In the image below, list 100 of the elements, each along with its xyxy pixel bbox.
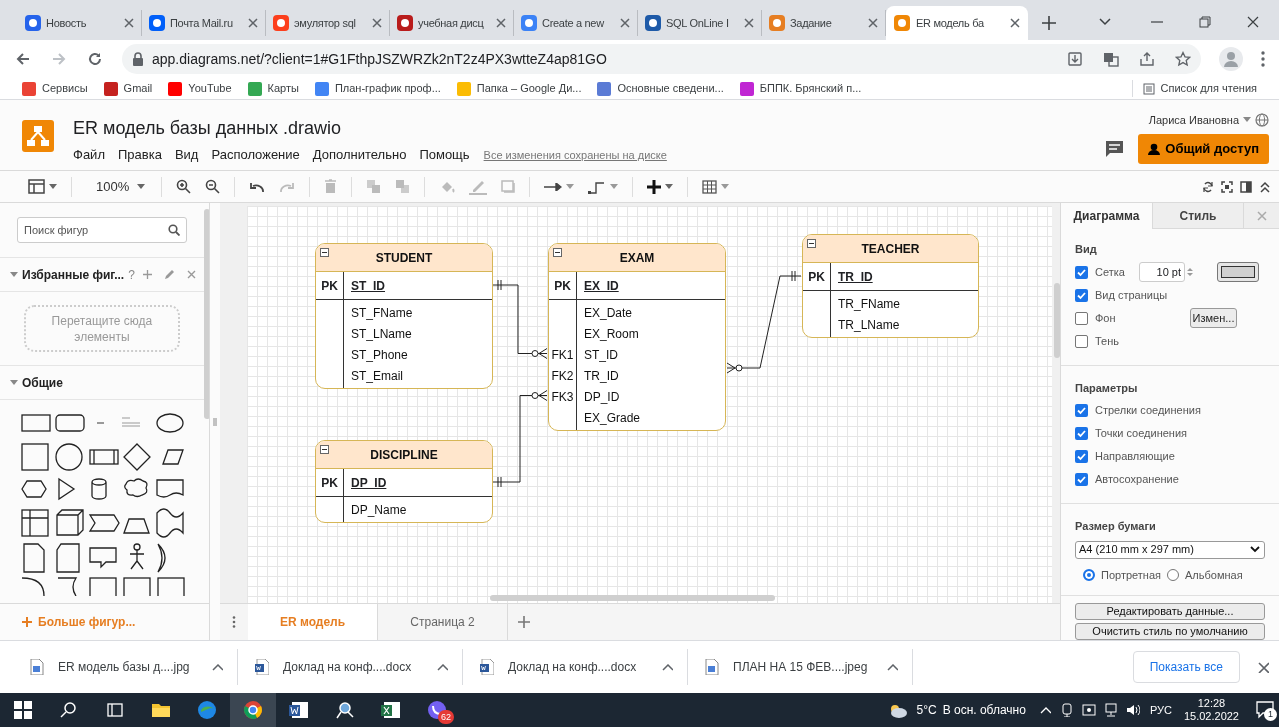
- checkbox[interactable]: [1075, 450, 1088, 463]
- download-file-name[interactable]: ПЛАН НА 15 ФЕВ....jpeg: [733, 658, 873, 676]
- reload-icon[interactable]: [86, 50, 104, 68]
- browser-tab[interactable]: ER модель ба: [886, 6, 1028, 40]
- checkbox[interactable]: [1075, 265, 1088, 279]
- table-icon[interactable]: [702, 179, 718, 194]
- paper-size-dropdown[interactable]: A4 (210 mm x 297 mm): [1075, 540, 1265, 559]
- checkbox[interactable]: [1075, 288, 1088, 302]
- scrollbar-thumb[interactable]: [1054, 283, 1060, 358]
- bookmark[interactable]: YouTube: [168, 80, 232, 97]
- language-indicator[interactable]: РУС: [1149, 701, 1172, 719]
- share-button[interactable]: Общий доступ: [1138, 133, 1269, 164]
- comment-icon[interactable]: [1105, 139, 1125, 158]
- download-file-name[interactable]: Доклад на конф....docx: [508, 658, 648, 676]
- zoom-out-icon[interactable]: [205, 179, 221, 194]
- caret-icon[interactable]: [566, 184, 575, 189]
- format-panel-icon[interactable]: [1240, 180, 1252, 193]
- close-icon[interactable]: [1010, 18, 1020, 28]
- bookmark[interactable]: БППК. Брянский п...: [739, 80, 862, 97]
- chevron-icon[interactable]: [437, 663, 448, 671]
- caret-icon[interactable]: [721, 184, 730, 189]
- download-file-name[interactable]: ER модель базы д....jpg: [58, 658, 198, 676]
- splitter-handle-icon[interactable]: [213, 417, 217, 426]
- close-icon[interactable]: [1258, 661, 1269, 673]
- caret-icon[interactable]: [10, 272, 18, 277]
- close-icon[interactable]: [372, 18, 382, 28]
- avatar-icon[interactable]: [1219, 47, 1243, 71]
- reading-list-button[interactable]: Список для чтения: [1131, 80, 1257, 97]
- menu-item[interactable]: Помощь: [419, 145, 470, 165]
- menu-item[interactable]: Расположение: [211, 145, 300, 165]
- panel-tab[interactable]: Стиль: [1152, 203, 1243, 229]
- section-title[interactable]: Общие: [22, 373, 63, 392]
- browser-tab[interactable]: Новость: [18, 10, 142, 36]
- clock-date[interactable]: 15.02.2022: [1183, 710, 1239, 723]
- translate-icon[interactable]: [1103, 51, 1119, 67]
- relationship-connector[interactable]: [726, 270, 802, 374]
- star-icon[interactable]: [1175, 51, 1191, 67]
- add-icon[interactable]: [142, 270, 152, 279]
- browser-tab[interactable]: учебная дисц: [390, 10, 514, 36]
- zoom-in-icon[interactable]: [176, 179, 192, 194]
- bookmark[interactable]: Основные сведени...: [597, 80, 724, 97]
- collapse-icon[interactable]: [1259, 180, 1271, 193]
- menu-item[interactable]: Правка: [117, 145, 162, 165]
- close-icon[interactable]: [248, 18, 258, 28]
- camera-icon[interactable]: [1081, 703, 1096, 717]
- line-color-icon[interactable]: [469, 178, 488, 195]
- radio-button[interactable]: [1083, 568, 1095, 581]
- checkbox[interactable]: [1075, 404, 1088, 417]
- globe-icon[interactable]: [1255, 113, 1269, 128]
- chrome-icon[interactable]: [243, 700, 263, 720]
- entity-table[interactable]: DISCIPLINE PK DP_ID DP_Name: [315, 440, 493, 523]
- grid-color-button[interactable]: [1217, 262, 1259, 282]
- radio-button[interactable]: [1167, 568, 1179, 581]
- panel-layout-icon[interactable]: [28, 179, 45, 194]
- bookmark[interactable]: Сервисы: [22, 80, 88, 97]
- change-button[interactable]: Измен...: [1189, 308, 1238, 328]
- document-title[interactable]: ER модель базы данных .drawio: [73, 116, 667, 140]
- clock-time[interactable]: 12:28: [1197, 697, 1226, 710]
- caret-icon[interactable]: [665, 184, 674, 189]
- excel-app-icon[interactable]: [381, 700, 401, 720]
- notifications-icon[interactable]: [1256, 701, 1274, 719]
- browser-tab[interactable]: SQL OnLine I: [638, 10, 762, 36]
- panel-button[interactable]: Редактировать данные...: [1075, 603, 1265, 620]
- page-menu-icon[interactable]: [232, 616, 236, 628]
- show-all-button[interactable]: Показать все: [1132, 651, 1240, 683]
- grid-size-field[interactable]: 10 pt: [1139, 262, 1185, 282]
- entity-table[interactable]: STUDENT PK ST_ID ST_FName ST_LName ST_Phone ST_Email: [315, 243, 493, 389]
- collapse-icon[interactable]: [807, 239, 816, 248]
- chevron-icon[interactable]: [887, 663, 898, 671]
- undo-icon[interactable]: [249, 180, 266, 193]
- fullscreen-icon[interactable]: [1221, 180, 1233, 193]
- download-file-name[interactable]: Доклад на конф....docx: [283, 658, 423, 676]
- menu-item[interactable]: Дополнительно: [312, 145, 407, 165]
- install-icon[interactable]: [1067, 51, 1083, 67]
- search-field[interactable]: Поиск фигур: [17, 217, 187, 243]
- more-icon[interactable]: [1261, 51, 1265, 67]
- menu-item[interactable]: Вид: [174, 145, 199, 165]
- browser-tab[interactable]: Почта Mail.ru: [142, 10, 266, 36]
- section-title[interactable]: Избранные фиг...: [22, 265, 125, 284]
- task-view-icon[interactable]: [105, 700, 125, 720]
- sync-icon[interactable]: [1202, 180, 1214, 193]
- connector-arrow-icon[interactable]: [544, 182, 563, 191]
- relationship-connector[interactable]: [492, 390, 548, 488]
- browser-tab[interactable]: Задание: [762, 10, 886, 36]
- add-page-icon[interactable]: [518, 616, 530, 628]
- plus-icon[interactable]: [647, 179, 662, 194]
- user-name[interactable]: Лариса Ивановна: [1148, 112, 1239, 129]
- bookmark[interactable]: Папка – Google Ди...: [456, 80, 582, 97]
- caret-icon[interactable]: [10, 380, 18, 385]
- bookmark[interactable]: План-график проф...: [314, 80, 441, 97]
- magnifier-app-icon[interactable]: [335, 700, 355, 720]
- close-icon[interactable]: [868, 18, 878, 28]
- browser-icon[interactable]: [197, 700, 217, 720]
- checkbox[interactable]: [1075, 427, 1088, 440]
- network-icon[interactable]: [1103, 703, 1118, 717]
- zoom-dropdown[interactable]: 100%: [86, 176, 148, 197]
- word-app-icon[interactable]: [289, 700, 309, 720]
- waypoint-icon[interactable]: [588, 179, 607, 194]
- collapse-icon[interactable]: [320, 248, 329, 257]
- caret-icon[interactable]: [137, 184, 146, 189]
